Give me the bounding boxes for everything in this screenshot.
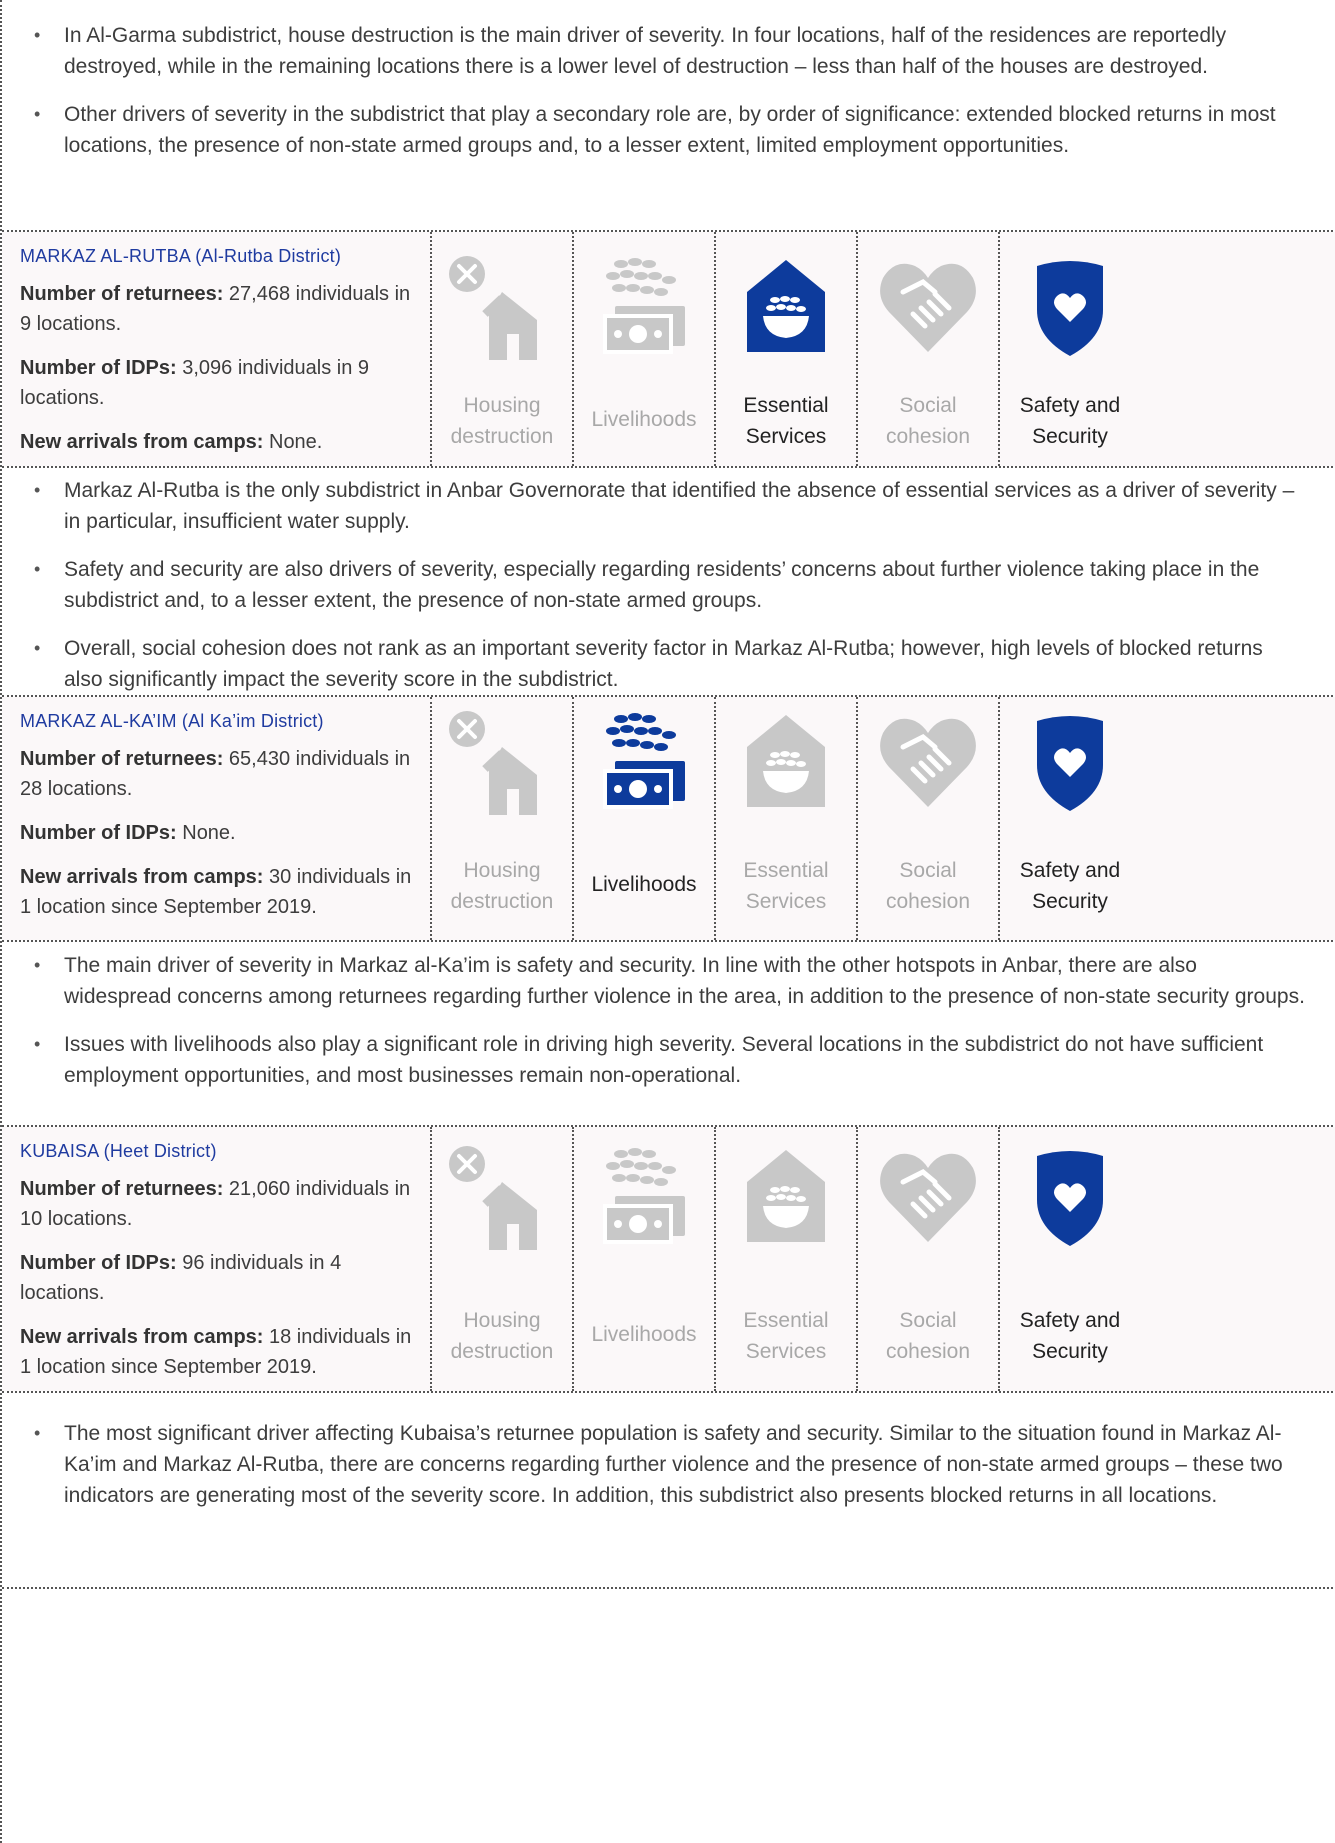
indicator-label: Social cohesion: [885, 394, 971, 448]
indicator-social: Social cohesion: [856, 1127, 998, 1391]
indicator-label: Essential Services: [743, 1309, 829, 1363]
essential-services-icon: [731, 252, 841, 362]
bullet-item: • The main driver of severity in Markaz a…: [34, 954, 1305, 1008]
rutba-bullets: • Markaz Al-Rutba is the only subdistrict…: [2, 475, 1335, 712]
kubaisa-bullets: • The most significant driver affecting K…: [2, 1418, 1335, 1528]
house-destroyed-icon: [447, 252, 557, 362]
indicator-housing: Housing destruction: [430, 232, 572, 466]
idps-text: Number of IDPs: None.: [20, 822, 236, 844]
indicator-livelihoods: Livelihoods: [572, 1127, 714, 1391]
essential-services-icon: [731, 1142, 841, 1252]
document-page: • In Al-Garma subdistrict, house destruct…: [0, 0, 1335, 1843]
indicator-housing: Housing destruction: [430, 697, 572, 940]
idps-text: Number of IDPs: 3,096 individuals in 9 l…: [20, 357, 370, 409]
indicator-label: Essential Services: [743, 394, 829, 448]
indicator-essential: Essential Services: [714, 232, 856, 466]
indicator-safety: Safety and Security: [998, 1127, 1140, 1391]
returnees-text: Number of returnees: 27,468 individuals …: [20, 283, 411, 335]
indicator-safety: Safety and Security: [998, 697, 1140, 940]
subdistrict-title: MARKAZ AL-KA’IM (Al Ka’im District): [20, 711, 324, 731]
divider: [2, 940, 1335, 942]
indicator-label: Livelihoods: [591, 408, 697, 431]
returnees-text: Number of returnees: 65,430 individuals …: [20, 748, 411, 800]
subdistrict-panel-kubaisa: KUBAISA (Heet District) Number of return…: [2, 1127, 1335, 1391]
livelihoods-icon: [589, 1142, 699, 1252]
bullet-item: • Safety and security are also drivers of…: [34, 558, 1260, 612]
idps-text: Number of IDPs: 96 individuals in 4 loca…: [20, 1252, 342, 1304]
livelihoods-icon: [589, 707, 699, 817]
subdistrict-info: MARKAZ AL-RUTBA (Al-Rutba District) Numb…: [20, 232, 422, 457]
handshake-heart-icon: [873, 252, 983, 362]
bullet-item: • In Al-Garma subdistrict, house destruct…: [34, 24, 1227, 78]
subdistrict-info: MARKAZ AL-KA’IM (Al Ka’im District) Numb…: [20, 697, 422, 922]
indicator-label: Livelihoods: [591, 873, 697, 896]
indicator-label: Safety and Security: [1019, 1309, 1121, 1363]
kaim-bullets: • The main driver of severity in Markaz a…: [2, 950, 1335, 1108]
arrivals-text: New arrivals from camps: 30 individuals …: [20, 866, 412, 918]
subdistrict-info: KUBAISA (Heet District) Number of return…: [20, 1127, 422, 1382]
indicator-label: Essential Services: [743, 859, 829, 913]
indicator-label: Housing destruction: [450, 394, 554, 448]
shield-heart-icon: [1015, 1142, 1125, 1252]
bullet-item: • Markaz Al-Rutba is the only subdistrict…: [34, 479, 1295, 533]
handshake-heart-icon: [873, 707, 983, 817]
indicator-livelihoods: Livelihoods: [572, 232, 714, 466]
arrivals-text: New arrivals from camps: None.: [20, 431, 323, 453]
indicator-safety: Safety and Security: [998, 232, 1140, 466]
divider: [2, 466, 1335, 468]
indicator-label: Social cohesion: [885, 1309, 971, 1363]
divider: [2, 1587, 1335, 1589]
subdistrict-panel-rutba: MARKAZ AL-RUTBA (Al-Rutba District) Numb…: [2, 232, 1335, 466]
intro-bullets: • In Al-Garma subdistrict, house destruct…: [2, 20, 1335, 178]
returnees-text: Number of returnees: 21,060 individuals …: [20, 1178, 411, 1230]
indicator-social: Social cohesion: [856, 697, 998, 940]
indicator-social: Social cohesion: [856, 232, 998, 466]
indicator-label: Housing destruction: [450, 859, 554, 913]
indicator-label: Livelihoods: [591, 1323, 697, 1346]
indicator-label: Social cohesion: [885, 859, 971, 913]
subdistrict-title: MARKAZ AL-RUTBA (Al-Rutba District): [20, 246, 342, 266]
house-destroyed-icon: [447, 1142, 557, 1252]
indicator-housing: Housing destruction: [430, 1127, 572, 1391]
arrivals-text: New arrivals from camps: 18 individuals …: [20, 1326, 412, 1378]
indicator-essential: Essential Services: [714, 1127, 856, 1391]
divider: [2, 1391, 1335, 1393]
indicator-label: Safety and Security: [1019, 859, 1121, 913]
shield-heart-icon: [1015, 252, 1125, 362]
indicator-livelihoods: Livelihoods: [572, 697, 714, 940]
livelihoods-icon: [589, 252, 699, 362]
bullet-item: • Issues with livelihoods also play a sig…: [34, 1033, 1264, 1087]
house-destroyed-icon: [447, 707, 557, 817]
bullet-item: • Overall, social cohesion does not rank …: [34, 637, 1263, 691]
indicator-label: Housing destruction: [450, 1309, 554, 1363]
indicator-label: Safety and Security: [1019, 394, 1121, 448]
subdistrict-panel-kaim: MARKAZ AL-KA’IM (Al Ka’im District) Numb…: [2, 697, 1335, 940]
subdistrict-title: KUBAISA (Heet District): [20, 1141, 217, 1161]
bullet-item: • Other drivers of severity in the subdis…: [34, 103, 1276, 157]
handshake-heart-icon: [873, 1142, 983, 1252]
indicator-essential: Essential Services: [714, 697, 856, 940]
shield-heart-icon: [1015, 707, 1125, 817]
essential-services-icon: [731, 707, 841, 817]
bullet-item: • The most significant driver affecting K…: [34, 1422, 1283, 1507]
